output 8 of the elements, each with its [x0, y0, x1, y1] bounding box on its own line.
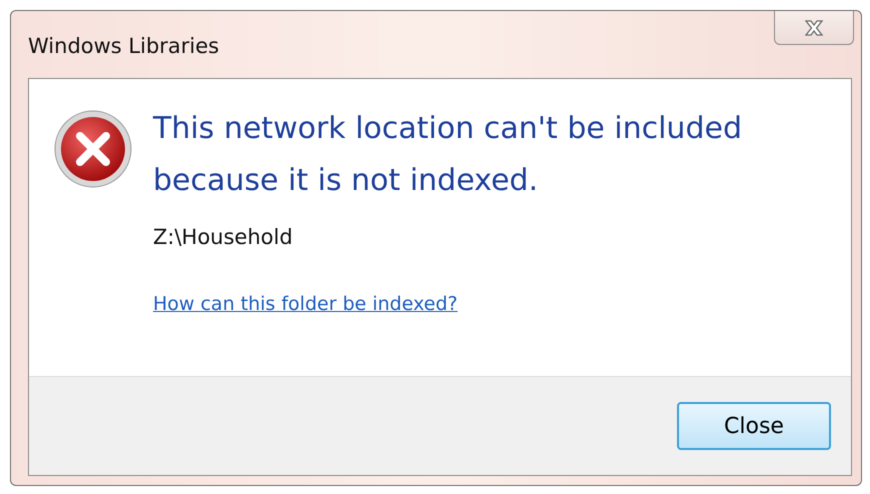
- close-dialog-button[interactable]: Close: [677, 402, 831, 450]
- folder-path: Z:\Household: [153, 225, 294, 249]
- close-button[interactable]: [774, 11, 854, 45]
- window-title: Windows Libraries: [28, 34, 220, 58]
- close-icon: [803, 18, 825, 36]
- help-link[interactable]: How can this folder be indexed?: [153, 293, 458, 315]
- error-icon: [53, 109, 133, 189]
- error-heading: This network location can't be included because it is not indexed.: [153, 110, 743, 200]
